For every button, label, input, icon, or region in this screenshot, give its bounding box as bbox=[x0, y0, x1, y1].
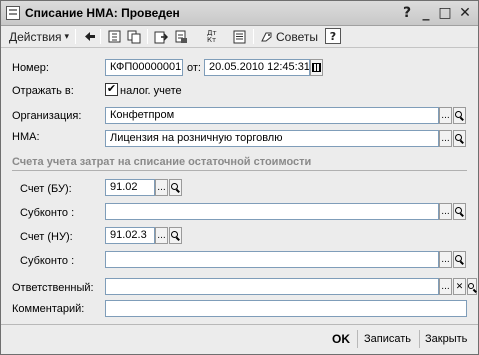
organization-select-button[interactable]: ... bbox=[439, 107, 452, 124]
comment-label: Комментарий: bbox=[12, 303, 85, 315]
tips-button[interactable]: Советы bbox=[259, 27, 319, 46]
document-icon bbox=[6, 6, 20, 20]
window-title: Списание НМА: Проведен bbox=[25, 6, 180, 20]
search-icon bbox=[455, 255, 462, 262]
responsible-label: Ответственный: bbox=[12, 282, 94, 294]
title-help-button[interactable]: ? bbox=[398, 4, 416, 22]
date-label: от: bbox=[187, 62, 201, 74]
copy-icon[interactable] bbox=[126, 27, 142, 46]
section-divider bbox=[12, 170, 467, 171]
actions-menu-label: Действия bbox=[8, 29, 62, 44]
search-icon bbox=[455, 111, 462, 118]
subconto-nu-select-button[interactable]: ... bbox=[439, 251, 452, 268]
subconto-bu-label: Субконто : bbox=[20, 207, 75, 219]
save-button[interactable]: Записать bbox=[364, 329, 411, 349]
subconto-nu-field[interactable] bbox=[105, 251, 439, 268]
date-field[interactable]: 20.05.2010 12:45:31 bbox=[204, 59, 310, 76]
toolbar-separator bbox=[147, 29, 148, 44]
calendar-button[interactable] bbox=[310, 59, 323, 76]
account-bu-field[interactable]: 91.02 bbox=[105, 179, 155, 196]
search-icon bbox=[455, 134, 462, 141]
nma-field[interactable]: Лицензия на розничную торговлю bbox=[105, 130, 439, 147]
comment-field[interactable] bbox=[105, 300, 467, 317]
subconto-nu-label: Субконто : bbox=[20, 255, 75, 267]
tax-accounting-label: налог. учете bbox=[120, 85, 182, 97]
toolbar-separator bbox=[75, 29, 76, 44]
search-icon bbox=[171, 231, 178, 238]
section-title: Счета учета затрат на списание остаточно… bbox=[12, 156, 312, 168]
nma-label: НМА: bbox=[12, 131, 40, 143]
clear-icon[interactable]: ✕ bbox=[453, 278, 466, 295]
responsible-field[interactable] bbox=[105, 278, 439, 295]
number-label: Номер: bbox=[12, 62, 49, 74]
reflect-label: Отражать в: bbox=[12, 85, 74, 97]
tax-accounting-checkbox[interactable]: ✔ bbox=[105, 83, 118, 96]
maximize-button[interactable]: □ bbox=[436, 4, 454, 22]
refresh-icon[interactable] bbox=[106, 27, 122, 46]
organization-field[interactable]: Конфетпром bbox=[105, 107, 439, 124]
toolbar-separator bbox=[253, 29, 254, 44]
toolbar: Действия ▾ Дт Кт Советы ? bbox=[1, 26, 478, 48]
dt-kt-icon[interactable]: Дт Кт bbox=[206, 27, 222, 46]
account-bu-open-button[interactable] bbox=[169, 179, 182, 196]
account-nu-open-button[interactable] bbox=[169, 227, 182, 244]
nma-open-button[interactable] bbox=[453, 130, 466, 147]
search-icon bbox=[171, 183, 178, 190]
organization-label: Организация: bbox=[12, 110, 82, 122]
tips-label: Советы bbox=[276, 29, 318, 44]
post-icon[interactable] bbox=[153, 27, 169, 46]
subconto-bu-field[interactable] bbox=[105, 203, 439, 220]
account-nu-field[interactable]: 91.02.3 bbox=[105, 227, 155, 244]
tips-icon bbox=[261, 32, 272, 42]
search-icon bbox=[455, 207, 462, 214]
document-window: Списание НМА: Проведен ? _ □ ✕ Действия … bbox=[0, 0, 479, 355]
subconto-bu-open-button[interactable] bbox=[453, 203, 466, 220]
search-icon bbox=[468, 282, 474, 289]
responsible-open-button[interactable] bbox=[467, 278, 477, 295]
calendar-icon bbox=[312, 63, 321, 72]
organization-open-button[interactable] bbox=[453, 107, 466, 124]
footer-separator bbox=[357, 330, 358, 348]
nma-select-button[interactable]: ... bbox=[439, 130, 452, 147]
number-field[interactable]: КФП00000001 bbox=[105, 59, 183, 76]
responsible-select-button[interactable]: ... bbox=[439, 278, 452, 295]
toolbar-separator bbox=[100, 29, 101, 44]
title-bar: Списание НМА: Проведен ? _ □ ✕ bbox=[1, 1, 478, 26]
account-bu-select-button[interactable]: ... bbox=[155, 179, 168, 196]
minimize-button[interactable]: _ bbox=[417, 4, 435, 22]
back-icon[interactable] bbox=[81, 27, 97, 46]
close-window-button[interactable]: ✕ bbox=[456, 4, 474, 22]
account-nu-label: Счет (НУ): bbox=[20, 231, 73, 243]
chevron-down-icon: ▾ bbox=[64, 31, 70, 41]
subconto-nu-open-button[interactable] bbox=[453, 251, 466, 268]
account-bu-label: Счет (БУ): bbox=[20, 183, 72, 195]
ok-button[interactable]: OK bbox=[332, 329, 350, 349]
footer-divider bbox=[1, 324, 478, 325]
help-button[interactable]: ? bbox=[325, 28, 341, 44]
dt-kt-label: Дт Кт bbox=[207, 28, 217, 44]
account-nu-select-button[interactable]: ... bbox=[155, 227, 168, 244]
actions-menu-button[interactable]: Действия ▾ bbox=[5, 27, 73, 46]
subconto-bu-select-button[interactable]: ... bbox=[439, 203, 452, 220]
unpost-icon[interactable] bbox=[173, 27, 189, 46]
close-button[interactable]: Закрыть bbox=[425, 329, 467, 349]
footer-separator bbox=[419, 330, 420, 348]
report-icon[interactable] bbox=[231, 27, 247, 46]
